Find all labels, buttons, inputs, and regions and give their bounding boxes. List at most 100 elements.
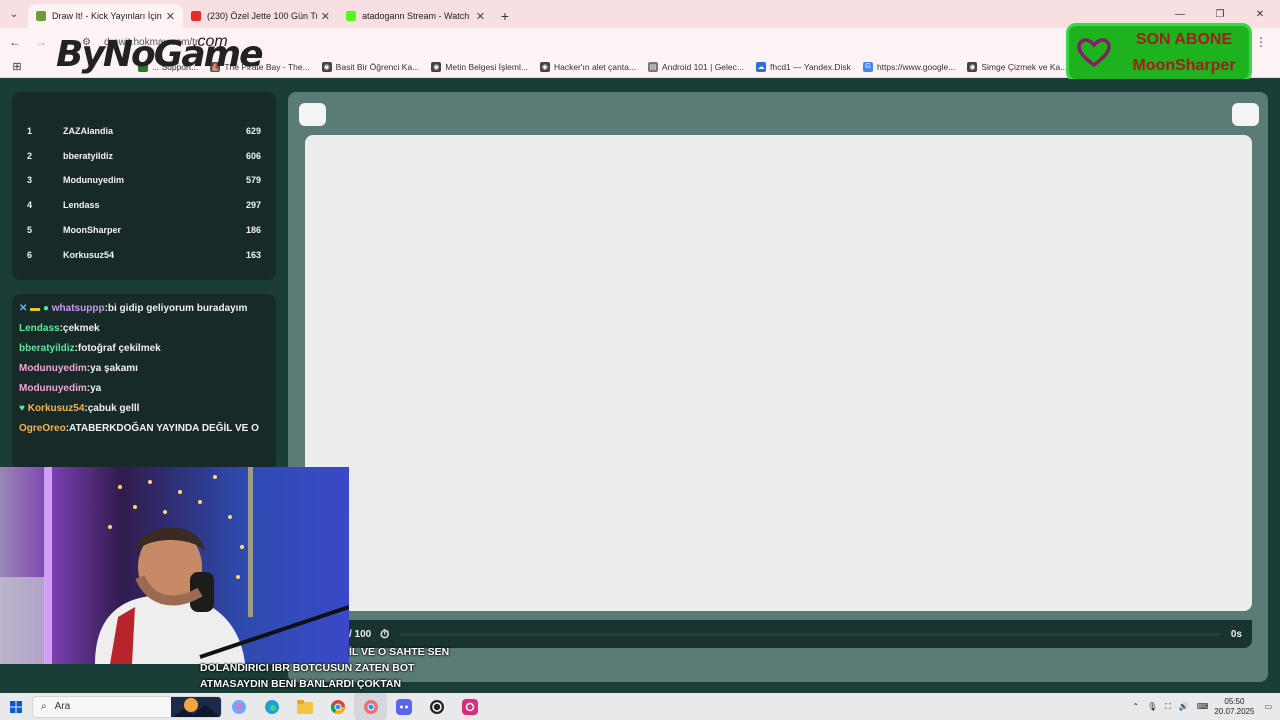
drawit-favicon-icon [36,11,46,21]
chat-text: :çabuk gelll [84,403,140,414]
kick-favicon-icon [346,11,356,21]
microphone-icon[interactable]: 🎙 [1147,702,1157,711]
chat-message: Modunuyedim:ya şakamı [19,363,138,375]
subtitle-line: DOLANDIRICI IBR BOTCUSUN ZATEN BOT [200,662,415,674]
file-explorer-icon[interactable] [288,693,321,720]
yandex-disk-icon: ☁ [755,61,766,72]
chat-text: :ya şakamı [86,363,138,374]
leaderboard-row: 2 bberatyildiz 606 [27,151,261,161]
chat-message: Lendass:çekmek [19,323,100,335]
apps-grid-icon[interactable]: ⊞ [0,60,34,73]
chevron-up-icon[interactable]: ⌃ [1132,702,1139,711]
chat-username[interactable]: Modunuyedim [19,363,87,374]
edge-icon[interactable] [255,693,288,720]
chat-message: OgreOreo:ATABERKDOĞAN YAYINDA DEĞİL VE O [19,423,259,435]
forward-icon[interactable]: → [30,31,52,53]
search-placeholder: Ara [54,701,71,712]
tab-youtube[interactable]: (230) Özel Jette 100 Gün Tutsak ✕ [183,4,338,28]
alert-title: SON ABONE [1135,30,1233,48]
tab-drawit[interactable]: Draw It! - Kick Yayınları İçin Çiz ✕ [28,4,183,28]
clock-date: 20.07.2025 [1214,706,1255,716]
windows-start-icon[interactable] [0,693,32,720]
bookmark-item[interactable]: ▤ Android 101 | Gelec... [647,61,744,72]
globe-icon: ◉ [967,61,978,72]
system-tray: ⌃ 🎙 ⛶ 🔊 ⌨ 05:50 20.07.2025 ▭ [1132,693,1280,720]
clock[interactable]: 05:50 20.07.2025 [1214,697,1254,717]
youtube-favicon-icon [191,11,201,21]
tab-title: (230) Özel Jette 100 Gün Tutsak [207,11,317,21]
volume-icon[interactable]: 🔊 [1179,702,1189,711]
subtitle-line: ATMASAYDIN BENİ BANLARDI ÇOKTAN [200,678,402,690]
timer-value: 0s [1230,628,1242,640]
stopwatch-icon: ⏱ [380,626,390,641]
round-counter: / 100 [349,628,372,640]
bookmark-item[interactable]: ◉ Basit Bir Öğrenci Ka... [321,61,419,72]
bookmark-item[interactable]: ◉ Metin Belgesi İşleml... [431,61,528,72]
chat-text: :bi gidip geliyorum buradayım [104,303,248,314]
drawing-canvas[interactable] [305,135,1252,611]
badge-icon: ▬ [30,303,41,314]
close-tab-icon[interactable]: ✕ [476,10,485,23]
chat-message: ♥ Korkusuz54:çabuk gelll [19,403,139,415]
chat-username[interactable]: bberatyildiz [19,343,75,354]
tab-search-chevron-icon[interactable]: ⌄ [0,0,28,28]
chat-username[interactable]: Korkusuz54 [28,403,85,414]
chrome-icon[interactable] [321,693,354,720]
leaderboard-row: 5 MoonSharper 186 [27,225,261,235]
bookmark-item[interactable]: Ghttps://www.google... [862,61,955,72]
chat-text: :ya [86,383,102,394]
time-progress-bar [400,633,1220,636]
alert-subscriber-name: MoonSharper [1132,56,1236,74]
chat-message: Modunuyedim:ya [19,383,101,395]
heart-icon [1069,37,1119,68]
bookmark-item[interactable]: ☁ fhcd1 — Yandex.Disk [755,61,851,72]
notifications-icon[interactable]: ▭ [1264,702,1272,711]
bookmark-item[interactable]: ◉ Hacker'ın alet çanta... [539,61,636,72]
globe-icon: ◉ [431,61,442,72]
round-status-bar: / 100 ⏱ 0s [300,620,1252,648]
leaderboard-row: 6 Korkusuz54 163 [27,250,261,260]
network-icon[interactable]: ⛶ [1165,702,1171,712]
globe-icon: ◉ [539,61,550,72]
globe-icon: ◉ [321,61,332,72]
copilot-icon[interactable] [222,693,255,720]
document-icon: ▤ [647,61,658,72]
keyboard-icon[interactable]: ⌨ [1197,702,1209,711]
chat-text: :fotoğraf çekilmek [74,343,161,354]
watermark-logo: ByNoGame [56,34,264,75]
leaderboard-row: 3 Modunuyedim 579 [27,175,261,185]
instagram-icon[interactable] [453,693,486,720]
back-icon[interactable]: ← [4,31,26,53]
chat-username[interactable]: whatsuppp [52,303,105,314]
tab-title: atadogann Stream - Watch Live [362,11,472,21]
chat-username[interactable]: OgreOreo [19,423,66,434]
chat-panel: ✕ ▬ ● whatsuppp:bi gidip geliyorum burad… [12,294,276,469]
google-icon: G [862,61,873,72]
streamer-webcam [0,467,349,664]
chat-username[interactable]: Modunuyedim [19,383,87,394]
chrome-profile-icon[interactable] [354,693,387,720]
chat-text: :ATABERKDOĞAN YAYINDA DEĞİL VE O [65,423,259,434]
bookmark-item[interactable]: ◉ Simge Çizmek ve Ka... [967,61,1067,72]
windows-taskbar: ⌕ Ara ⌃ 🎙 ⛶ 🔊 ⌨ 05:50 20.07.2025 ▭ [0,693,1280,720]
new-tab-button[interactable]: + [493,4,517,28]
close-tab-icon[interactable]: ✕ [166,10,175,23]
right-tool-button[interactable] [1232,103,1259,126]
badge-icon: ✕ [19,303,28,314]
tab-kick[interactable]: atadogann Stream - Watch Live ✕ [338,4,493,28]
badge-icon: ♥ [19,403,25,414]
left-tool-button[interactable] [299,103,326,126]
watermark-logo-suffix: .com [193,33,228,50]
close-tab-icon[interactable]: ✕ [321,10,330,23]
browser-menu-icon[interactable]: ⋮ [1250,31,1272,53]
chat-message: bberatyildiz:fotoğraf çekilmek [19,343,161,355]
taskbar-search-input[interactable]: ⌕ Ara [32,695,222,718]
obs-icon[interactable] [420,693,453,720]
discord-icon[interactable] [387,693,420,720]
search-highlight-icon [171,696,221,717]
chat-message: ✕ ▬ ● whatsuppp:bi gidip geliyorum burad… [19,303,247,315]
chat-username[interactable]: Lendass [19,323,60,334]
leaderboard-row: 1 ZAZAlandia 629 [27,126,261,136]
leaderboard-row: 4 Lendass 297 [27,200,261,210]
subscriber-alert: SON ABONE MoonSharper [1066,23,1252,82]
